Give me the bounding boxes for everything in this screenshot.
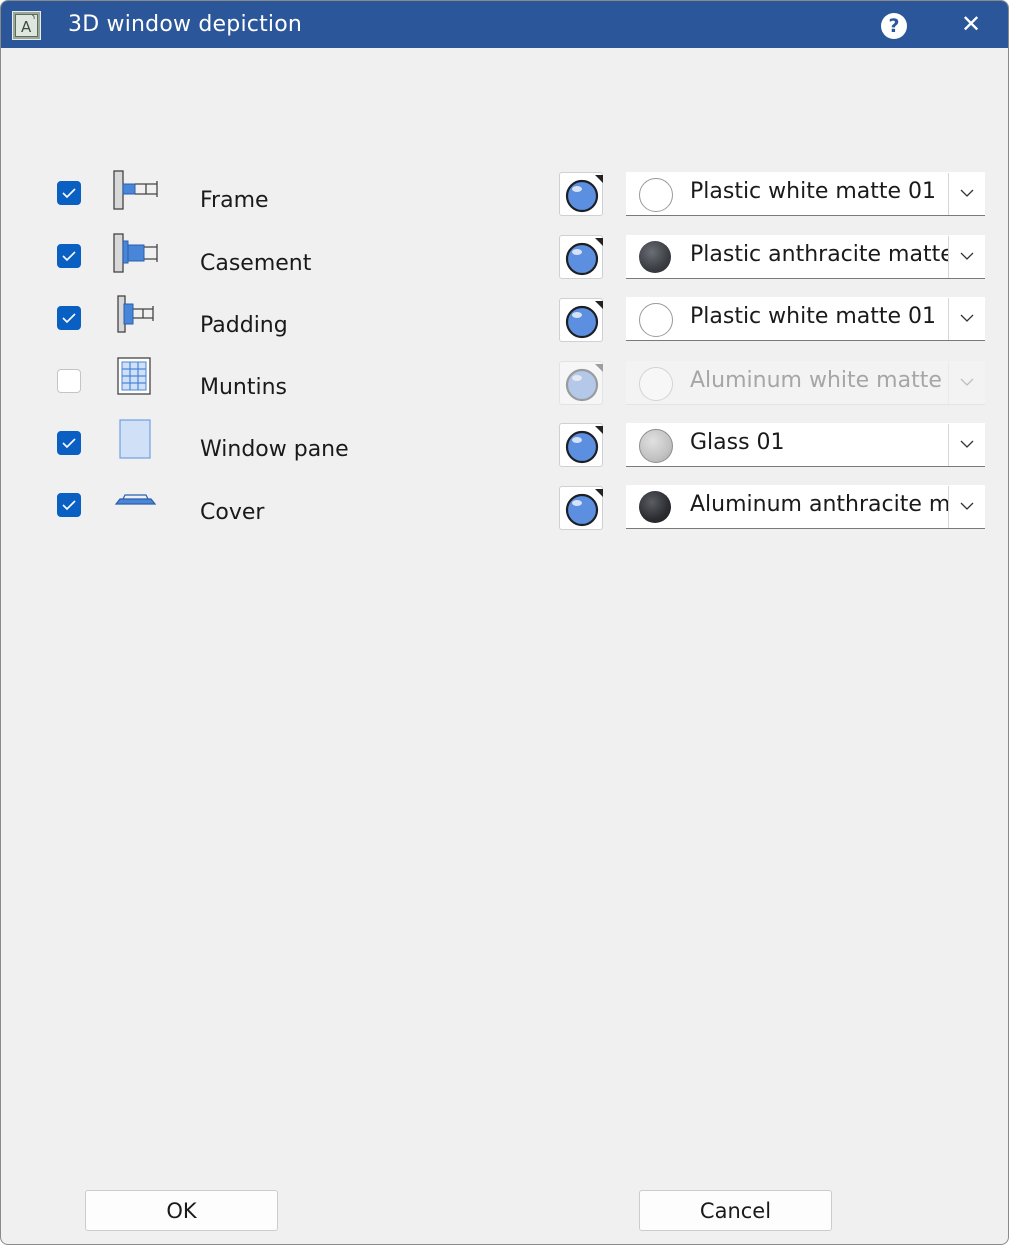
window-pane-material-picker-button[interactable] [559,423,603,467]
svg-text:A: A [21,18,32,36]
muntins-material-dropdown[interactable]: Aluminum white matte 01 [626,361,985,405]
window-pane-material-swatch [639,429,673,463]
app-a-icon: A [12,11,41,40]
close-icon[interactable]: ✕ [956,9,986,39]
dialog-window: A 3D window depiction ? ✕ Frame Plastic … [0,0,1009,1245]
window-pane-material-value: Glass 01 [690,430,785,455]
title-bar[interactable]: A 3D window depiction ? ✕ [1,1,1008,48]
casement-material-picker-button[interactable] [559,235,603,279]
frame-material-swatch [639,178,673,212]
frame-label: Frame [200,188,269,213]
padding-checkbox[interactable] [57,306,81,330]
cover-material-value: Aluminum anthracite matte 01 [690,492,948,517]
chevron-down-icon[interactable] [948,424,985,466]
padding-profile-icon [117,295,154,333]
help-icon[interactable]: ? [881,13,907,39]
frame-checkbox[interactable] [57,181,81,205]
muntins-grid-icon [117,357,151,395]
casement-label: Casement [200,251,312,276]
window-pane-checkbox[interactable] [57,431,81,455]
cancel-button[interactable]: Cancel [639,1190,832,1231]
cover-profile-icon [114,494,157,505]
row-casement: Casement Plastic anthracite matte 01 [1,232,1008,282]
padding-material-value: Plastic white matte 01 [690,304,937,329]
window-pane-label: Window pane [200,437,349,462]
padding-label: Padding [200,313,288,338]
muntins-material-swatch [639,367,673,401]
window-pane-icon [119,419,151,459]
chevron-down-icon[interactable] [948,362,985,404]
cover-material-picker-button[interactable] [559,486,603,530]
row-window-pane: Window pane Glass 01 [1,419,1008,469]
chevron-down-icon[interactable] [948,486,985,528]
frame-material-picker-button[interactable] [559,172,603,216]
window-pane-material-dropdown[interactable]: Glass 01 [626,423,985,467]
row-padding: Padding Plastic white matte 01 [1,294,1008,344]
row-frame: Frame Plastic white matte 01 [1,169,1008,219]
row-cover: Cover Aluminum anthracite matte 01 [1,482,1008,532]
cover-material-dropdown[interactable]: Aluminum anthracite matte 01 [626,485,985,529]
padding-material-swatch [639,303,673,337]
casement-profile-icon [113,233,158,273]
cover-label: Cover [200,500,265,525]
window-title: 3D window depiction [68,12,303,37]
chevron-down-icon[interactable] [948,298,985,340]
casement-material-value: Plastic anthracite matte 01 [690,242,948,267]
casement-material-swatch [639,241,671,273]
padding-material-dropdown[interactable]: Plastic white matte 01 [626,297,985,341]
chevron-down-icon[interactable] [948,173,985,215]
frame-material-dropdown[interactable]: Plastic white matte 01 [626,172,985,216]
muntins-label: Muntins [200,375,288,400]
cover-checkbox[interactable] [57,493,81,517]
cover-material-swatch [639,491,671,523]
chevron-down-icon[interactable] [948,236,985,278]
frame-profile-icon [113,170,158,210]
muntins-material-picker-button[interactable] [559,361,603,405]
ok-button[interactable]: OK [85,1190,278,1231]
muntins-material-value: Aluminum white matte 01 [690,368,948,393]
frame-material-value: Plastic white matte 01 [690,179,937,204]
casement-checkbox[interactable] [57,244,81,268]
casement-material-dropdown[interactable]: Plastic anthracite matte 01 [626,235,985,279]
padding-material-picker-button[interactable] [559,298,603,342]
row-muntins: Muntins Aluminum white matte 01 [1,357,1008,407]
muntins-checkbox[interactable] [57,369,81,393]
